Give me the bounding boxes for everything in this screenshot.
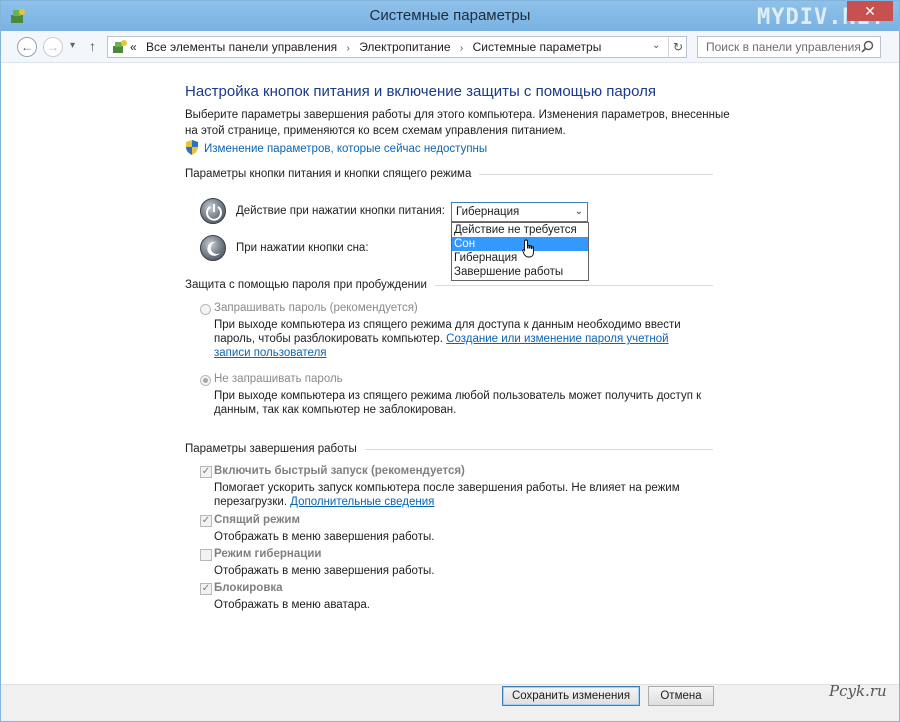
uac-shield-icon — [186, 140, 198, 155]
breadcrumb-item-power[interactable]: Электропитание — [359, 40, 450, 54]
password-section-title: Защита с помощью пароля при пробуждении — [185, 279, 427, 291]
shutdown-section-title: Параметры завершения работы — [185, 443, 357, 455]
back-button[interactable]: ← — [17, 37, 37, 57]
breadcrumb-separator[interactable]: › — [347, 43, 350, 54]
breadcrumb-item-system-settings[interactable]: Системные параметры — [473, 40, 602, 54]
search-input[interactable]: Поиск в панели управления — [697, 36, 881, 58]
dropdown-option-shutdown[interactable]: Завершение работы — [452, 265, 588, 279]
control-panel-window: Системные параметры MYDIV.NET ✕ ← → ▾ ↑ … — [0, 0, 900, 722]
fast-startup-description: Помогает ускорить запуск компьютера посл… — [214, 481, 684, 509]
power-symbol-icon — [206, 204, 222, 221]
breadcrumb: « Все элементы панели управления › Элект… — [130, 40, 601, 54]
title-bar[interactable]: Системные параметры MYDIV.NET ✕ — [1, 1, 899, 31]
require-password-label: Запрашивать пароль (рекомендуется) — [214, 302, 418, 314]
power-button-action-select[interactable]: Гибернация ⌄ — [451, 202, 588, 222]
refresh-icon[interactable]: ↻ — [668, 37, 687, 57]
fast-startup-label: Включить быстрый запуск (рекомендуется) — [214, 465, 465, 477]
dropdown-option-hibernate[interactable]: Гибернация — [452, 251, 588, 265]
dropdown-option-sleep[interactable]: Сон — [452, 237, 588, 251]
search-icon[interactable] — [861, 40, 874, 53]
section-divider — [479, 173, 713, 175]
close-button[interactable]: ✕ — [847, 1, 893, 21]
sleep-button-label: При нажатии кнопки сна: — [236, 242, 369, 254]
lock-label: Блокировка — [214, 582, 283, 594]
dropdown-option-no-action[interactable]: Действие не требуется — [452, 223, 588, 237]
fast-startup-desc-text: Помогает ускорить запуск компьютера посл… — [214, 482, 680, 508]
save-changes-button[interactable]: Сохранить изменения — [502, 686, 640, 706]
power-button-label: Действие при нажатии кнопки питания: — [236, 205, 445, 217]
hibernate-mode-checkbox[interactable] — [200, 549, 212, 561]
recent-pages-icon[interactable]: ▾ — [70, 40, 75, 51]
address-history-icon[interactable]: ⌄ — [652, 40, 660, 51]
hibernate-mode-description: Отображать в меню завершения работы. — [214, 565, 435, 577]
site-watermark: Pcyk.ru — [829, 682, 887, 700]
sleep-mode-label: Спящий режим — [214, 514, 300, 526]
lock-checkbox[interactable]: ✓ — [200, 583, 212, 595]
hand-cursor-icon — [522, 239, 534, 258]
sleep-mode-checkbox[interactable]: ✓ — [200, 515, 212, 527]
require-password-radio[interactable] — [200, 304, 211, 315]
navigation-bar: ← → ▾ ↑ « Все элементы панели управления… — [1, 31, 899, 63]
power-section-header: Параметры кнопки питания и кнопки спящег… — [185, 168, 713, 180]
change-unavailable-settings-text[interactable]: Изменение параметров, которые сейчас нед… — [204, 143, 487, 155]
forward-button[interactable]: → — [43, 37, 63, 57]
power-button-action-value: Гибернация — [456, 206, 520, 218]
page-title: Настройка кнопок питания и включение защ… — [185, 83, 656, 100]
control-panel-icon — [113, 40, 127, 53]
change-unavailable-settings-link[interactable]: Изменение параметров, которые сейчас нед… — [185, 140, 487, 155]
page-description: Выберите параметры завершения работы для… — [185, 109, 730, 137]
power-action-dropdown-list: Действие не требуется Сон Гибернация Зав… — [451, 222, 589, 281]
section-divider — [434, 284, 713, 286]
power-button-icon — [200, 198, 226, 224]
no-password-label: Не запрашивать пароль — [214, 373, 343, 385]
breadcrumb-item-all-items[interactable]: Все элементы панели управления — [146, 40, 337, 54]
cancel-button[interactable]: Отмена — [648, 686, 714, 706]
require-password-description: При выходе компьютера из спящего режима … — [214, 318, 704, 360]
footer-bar — [1, 684, 899, 721]
address-bar[interactable]: « Все элементы панели управления › Элект… — [107, 36, 687, 58]
main-content: Настройка кнопок питания и включение защ… — [1, 64, 899, 684]
lock-description: Отображать в меню аватара. — [214, 599, 370, 611]
shutdown-section-header: Параметры завершения работы — [185, 443, 713, 455]
moon-icon — [207, 241, 220, 256]
sleep-button-icon — [200, 235, 226, 261]
chevron-down-icon[interactable]: ⌄ — [575, 206, 583, 217]
more-info-link[interactable]: Дополнительные сведения — [290, 496, 434, 508]
section-divider — [364, 448, 713, 450]
fast-startup-checkbox[interactable]: ✓ — [200, 466, 212, 478]
sleep-mode-description: Отображать в меню завершения работы. — [214, 531, 435, 543]
no-password-radio[interactable] — [200, 375, 211, 386]
search-placeholder: Поиск в панели управления — [706, 40, 861, 54]
power-section-title: Параметры кнопки питания и кнопки спящег… — [185, 168, 472, 180]
up-button[interactable]: ↑ — [89, 38, 96, 54]
breadcrumb-separator[interactable]: › — [460, 43, 463, 54]
no-password-description: При выходе компьютера из спящего режима … — [214, 390, 702, 416]
password-section-header: Защита с помощью пароля при пробуждении — [185, 279, 713, 291]
hibernate-mode-label: Режим гибернации — [214, 548, 322, 560]
breadcrumb-prefix[interactable]: « — [130, 40, 137, 54]
